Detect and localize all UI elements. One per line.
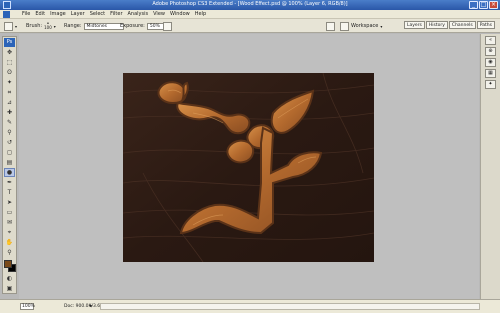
panel-well: Layers History Channels Paths: [404, 19, 500, 33]
panel-toggle-icon[interactable]: [326, 21, 335, 31]
chevron-down-icon[interactable]: ▾: [15, 24, 17, 29]
range-label: Range:: [64, 23, 82, 29]
workspace-menu[interactable]: Workspace: [351, 23, 378, 29]
title-bar: Adobe Photoshop CS3 Extended - [Wood Eff…: [0, 0, 500, 10]
canvas-area[interactable]: [19, 34, 479, 299]
minimize-button[interactable]: _: [469, 1, 478, 9]
menu-help[interactable]: Help: [195, 11, 206, 17]
quick-mask-icon[interactable]: ◐: [4, 274, 15, 283]
workspace-icon[interactable]: [340, 21, 349, 31]
ps-badge: Ps: [4, 38, 15, 47]
history-brush-tool-icon[interactable]: ↺: [4, 138, 15, 147]
clone-stamp-tool-icon[interactable]: ⚲: [4, 128, 15, 137]
color-swatches[interactable]: [4, 260, 17, 273]
tab-history[interactable]: History: [425, 21, 448, 29]
menu-view[interactable]: View: [153, 11, 165, 17]
gradient-tool-icon[interactable]: ▤: [4, 158, 15, 167]
tool-preset-icon[interactable]: [4, 21, 13, 31]
hand-tool-icon[interactable]: ✋: [4, 238, 15, 247]
chevron-down-icon[interactable]: ▾: [380, 24, 382, 29]
swatches-panel-icon[interactable]: ▦: [485, 69, 496, 78]
toolbox: Ps ✥ ⬚ ʘ ✦ ⌗ ⊿ ✚ ✎ ⚲ ↺ ◻ ▤ ● ✒ T ➤ ▭ ✉ ⌖ ✋ ⚲ ◐ ▣: [2, 36, 17, 294]
window-title: Adobe Photoshop CS3 Extended - [Wood Eff…: [152, 1, 348, 7]
chevron-down-icon[interactable]: ▾: [54, 24, 56, 29]
menu-image[interactable]: Image: [50, 11, 66, 17]
shape-tool-icon[interactable]: ▭: [4, 208, 15, 217]
tab-layers[interactable]: Layers: [404, 21, 425, 29]
wood-effect-artwork: [123, 73, 374, 262]
brush-label: Brush:: [26, 23, 43, 29]
crop-tool-icon[interactable]: ⌗: [4, 88, 15, 97]
menu-filter[interactable]: Filter: [110, 11, 122, 17]
collapsed-panels: « ⊕ ◉ ▦ ✦: [480, 34, 500, 299]
path-selection-tool-icon[interactable]: ➤: [4, 198, 15, 207]
brush-tool-icon[interactable]: ✎: [4, 118, 15, 127]
status-menu-icon[interactable]: ▸: [90, 303, 93, 309]
tab-channels[interactable]: Channels: [448, 21, 476, 29]
menu-bar: File Edit Image Layer Select Filter Anal…: [0, 10, 500, 19]
styles-panel-icon[interactable]: ✦: [485, 80, 496, 89]
range-select[interactable]: Midtones: [83, 22, 124, 30]
healing-brush-tool-icon[interactable]: ✚: [4, 108, 15, 117]
brush-preview[interactable]: • 100: [44, 22, 52, 30]
exposure-label: Exposure:: [120, 23, 145, 29]
color-panel-icon[interactable]: ◉: [485, 58, 496, 67]
menu-window[interactable]: Window: [170, 11, 190, 17]
document-canvas[interactable]: [123, 73, 374, 262]
close-button[interactable]: ×: [489, 1, 498, 9]
type-tool-icon[interactable]: T: [4, 188, 15, 197]
burn-tool-icon[interactable]: ●: [4, 168, 15, 177]
zoom-tool-icon[interactable]: ⚲: [4, 248, 15, 257]
menu-layer[interactable]: Layer: [71, 11, 85, 17]
menu-select[interactable]: Select: [90, 11, 105, 17]
notes-tool-icon[interactable]: ✉: [4, 218, 15, 227]
marquee-tool-icon[interactable]: ⬚: [4, 58, 15, 67]
eraser-tool-icon[interactable]: ◻: [4, 148, 15, 157]
airbrush-icon[interactable]: [163, 21, 172, 31]
app-menu-icon[interactable]: [3, 11, 10, 18]
horizontal-scrollbar[interactable]: [100, 303, 480, 310]
slice-tool-icon[interactable]: ⊿: [4, 98, 15, 107]
menu-file[interactable]: File: [22, 11, 30, 17]
eyedropper-tool-icon[interactable]: ⌖: [4, 228, 15, 237]
screen-mode-icon[interactable]: ▣: [4, 284, 15, 293]
move-tool-icon[interactable]: ✥: [4, 48, 15, 57]
menu-analysis[interactable]: Analysis: [128, 11, 149, 17]
lasso-tool-icon[interactable]: ʘ: [4, 68, 15, 77]
zoom-field[interactable]: 100%: [20, 303, 35, 310]
pen-tool-icon[interactable]: ✒: [4, 178, 15, 187]
brush-size: 100: [44, 25, 52, 30]
tab-paths[interactable]: Paths: [476, 21, 495, 29]
menu-edit[interactable]: Edit: [35, 11, 45, 17]
collapse-panels-icon[interactable]: «: [485, 36, 496, 45]
maximize-button[interactable]: □: [479, 1, 488, 9]
magic-wand-tool-icon[interactable]: ✦: [4, 78, 15, 87]
navigator-panel-icon[interactable]: ⊕: [485, 47, 496, 56]
foreground-color-swatch[interactable]: [4, 260, 12, 268]
status-bar: 100% Doc: 900.0K/3.68M ▸: [0, 299, 500, 313]
